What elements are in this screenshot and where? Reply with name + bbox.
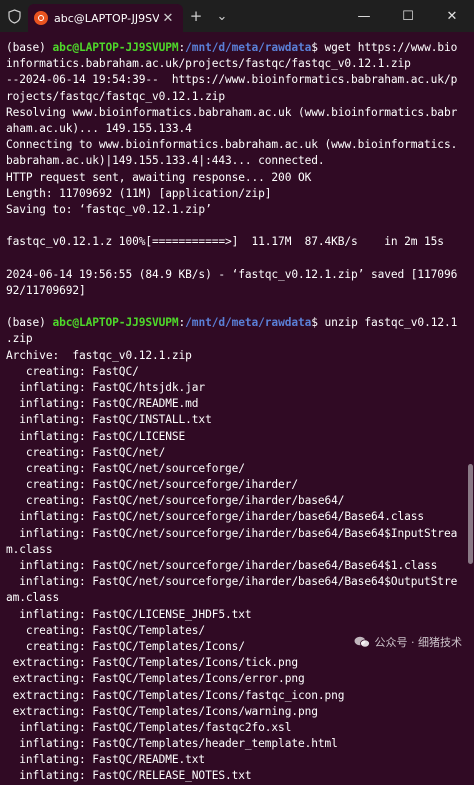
output-line: aham.ac.uk)... 149.155.133.4 (6, 121, 192, 135)
prompt-path: /mnt/d/meta/rawdata (185, 41, 312, 54)
unzip-line: creating: FastQC/net/ (6, 445, 166, 459)
unzip-line: m.class (6, 542, 53, 556)
prompt-user-host: abc@LAPTOP-JJ9SVUPM (52, 41, 179, 54)
unzip-line: inflating: FastQC/net/sourceforge/iharde… (6, 510, 425, 524)
unzip-line: am.class (6, 591, 60, 605)
close-button[interactable]: ✕ (430, 0, 474, 32)
unzip-line: inflating: FastQC/LICENSE_JHDF5.txt (6, 607, 252, 621)
output-line: informatics.babraham.ac.uk/projects/fast… (6, 57, 411, 71)
prompt-user-host: abc@LAPTOP-JJ9SVUPM (52, 316, 179, 330)
output-line: --2024-06-14 19:54:39-- https://www.bioi… (6, 73, 458, 87)
output-line: 92/11709692] (6, 283, 86, 297)
terminal-output[interactable]: (base) abc@LAPTOP-JJ9SVUPM:/mnt/d/meta/r… (0, 40, 468, 782)
unzip-line: inflating: FastQC/net/sourceforge/iharde… (6, 575, 458, 589)
new-tab-button[interactable]: + (183, 0, 209, 32)
unzip-line: creating: FastQC/ (6, 364, 139, 378)
unzip-line: inflating: FastQC/README.txt (6, 753, 206, 767)
terminal-tab[interactable]: abc@LAPTOP-JJ9SVUPM: ✕ (28, 4, 183, 32)
unzip-line: inflating: FastQC/Templates/header_templ… (6, 737, 338, 751)
unzip-line: creating: FastQC/net/sourceforge/iharder… (6, 494, 345, 508)
command-wget: wget https://www.bio (324, 41, 458, 54)
unzip-line: inflating: FastQC/net/sourceforge/iharde… (6, 526, 458, 540)
output-line: Saving to: ‘fastqc_v0.12.1.zip’ (6, 202, 212, 216)
output-line: Connecting to www.bioinformatics.babraha… (6, 138, 458, 152)
unzip-line: extracting: FastQC/Templates/Icons/fastq… (6, 688, 345, 702)
watermark: 公众号 · 细猪技术 (354, 634, 463, 650)
unzip-line: inflating: FastQC/htsjdk.jar (6, 380, 206, 394)
unzip-line: inflating: FastQC/RELEASE_NOTES.txt (6, 769, 252, 783)
unzip-line: extracting: FastQC/Templates/Icons/warni… (6, 704, 318, 718)
unzip-line: inflating: FastQC/LICENSE (6, 429, 186, 443)
minimize-button[interactable]: — (342, 0, 386, 32)
prompt-env: (base) (6, 41, 53, 54)
output-line: Length: 11709692 (11M) [application/zip] (6, 186, 272, 200)
shield-icon[interactable] (0, 0, 28, 32)
unzip-line: creating: FastQC/net/sourceforge/iharder… (6, 478, 298, 492)
unzip-line: creating: FastQC/net/sourceforge/ (6, 461, 245, 475)
output-line: rojects/fastqc/fastqc_v0.12.1.zip (6, 89, 225, 103)
unzip-line: inflating: FastQC/Templates/fastqc2fo.xs… (6, 720, 292, 734)
unzip-line: .zip (6, 332, 33, 346)
unzip-line: extracting: FastQC/Templates/Icons/error… (6, 672, 305, 686)
tab-close-button[interactable]: ✕ (159, 11, 177, 26)
maximize-button[interactable]: ☐ (386, 0, 430, 32)
ubuntu-icon (34, 11, 48, 25)
prompt-path: /mnt/d/meta/rawdata (185, 316, 312, 330)
unzip-line: inflating: FastQC/net/sourceforge/iharde… (6, 559, 438, 572)
tab-dropdown-button[interactable]: ⌄ (209, 0, 235, 32)
tab-title: abc@LAPTOP-JJ9SVUPM: (54, 11, 159, 25)
prompt-dollar: $ (311, 41, 325, 54)
prompt-env: (base) (6, 316, 53, 330)
title-bar-drag-area[interactable] (235, 0, 342, 32)
title-bar: abc@LAPTOP-JJ9SVUPM: ✕ + ⌄ — ☐ ✕ (0, 0, 474, 32)
output-line: fastqc_v0.12.1.z 100%[===========>] 11.1… (6, 235, 444, 249)
prompt-line-wget: (base) abc@LAPTOP-JJ9SVUPM:/mnt/d/meta/r… (6, 40, 468, 56)
wechat-icon (354, 636, 370, 648)
unzip-line: Archive: fastqc_v0.12.1.zip (6, 348, 192, 362)
unzip-line: inflating: FastQC/README.md (6, 397, 199, 411)
scrollbar[interactable] (468, 44, 473, 662)
command-unzip: unzip fastqc_v0.12.1 (324, 316, 458, 330)
output-line: 2024-06-14 19:56:55 (84.9 KB/s) - ‘fastq… (6, 267, 458, 281)
prompt-line-unzip: (base) abc@LAPTOP-JJ9SVUPM:/mnt/d/meta/r… (6, 315, 468, 331)
output-line: Resolving www.bioinformatics.babraham.ac… (6, 105, 458, 119)
output-line: HTTP request sent, awaiting response... … (6, 170, 312, 184)
watermark-text: 公众号 · 细猪技术 (374, 636, 463, 649)
scrollbar-thumb[interactable] (468, 464, 473, 564)
unzip-line: extracting: FastQC/Templates/Icons/tick.… (6, 656, 298, 670)
unzip-line: inflating: FastQC/INSTALL.txt (6, 413, 212, 427)
prompt-dollar: $ (311, 316, 325, 330)
output-line: babraham.ac.uk)|149.155.133.4|:443... co… (6, 154, 325, 168)
